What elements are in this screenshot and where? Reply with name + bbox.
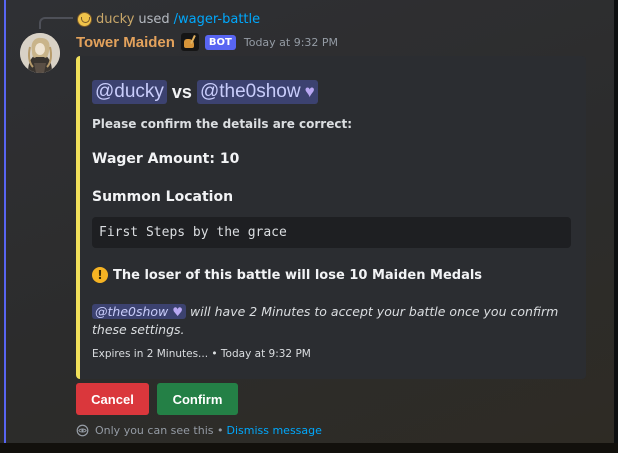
vs-label: vs <box>171 81 192 102</box>
bot-avatar[interactable] <box>20 33 60 73</box>
role-icon <box>180 33 199 51</box>
right-edge <box>614 0 618 453</box>
exclamation-icon: ! <box>92 267 108 283</box>
embed-title: @ducky vs @the0show ♥ <box>92 80 318 104</box>
warning-row: ! The loser of this battle will lose 10 … <box>92 267 482 283</box>
embed-footer: Expires in 2 Minutes... • Today at 9:32 … <box>92 348 311 360</box>
message-header: Tower Maiden BOT Today at 9:32 PM <box>76 31 338 53</box>
bottom-edge <box>0 443 618 453</box>
author-name[interactable]: Tower Maiden <box>76 34 175 51</box>
accept-notice: @the0show ♥ will have 2 Minutes to accep… <box>92 303 580 339</box>
eye-icon <box>76 424 89 437</box>
highlight-bar <box>4 0 6 453</box>
summon-location-label: Summon Location <box>92 189 234 205</box>
summon-location-value: First Steps by the grace <box>92 217 571 248</box>
mention-the0show-inline[interactable]: @the0show ♥ <box>92 304 187 319</box>
ephemeral-text: Only you can see this • <box>95 424 224 437</box>
confirm-button[interactable]: Confirm <box>157 383 238 415</box>
bot-badge: BOT <box>204 34 236 50</box>
mention-ducky-label: @ducky <box>95 81 164 102</box>
mention-the0show-inline-label: @the0show <box>95 304 169 319</box>
dismiss-message-link[interactable]: Dismiss message <box>226 424 321 437</box>
mention-the0show-label: @the0show <box>199 81 301 102</box>
cancel-button[interactable]: Cancel <box>76 383 149 415</box>
command-name[interactable]: /wager-battle <box>174 12 260 27</box>
command-used-label: used <box>138 11 170 27</box>
reply-connector <box>39 17 73 29</box>
embed-card: @ducky vs @the0show ♥ Please confirm the … <box>76 56 586 379</box>
warning-text: The loser of this battle will lose 10 Ma… <box>113 267 483 283</box>
purple-heart-icon: ♥ <box>172 305 184 319</box>
mention-the0show[interactable]: @the0show ♥ <box>196 80 318 104</box>
chat-message-area: ducky used /wager-battle Tower Maiden BO… <box>0 0 618 453</box>
ephemeral-notice: Only you can see this • Dismiss message <box>76 424 322 437</box>
message-timestamp[interactable]: Today at 9:32 PM <box>244 36 338 49</box>
command-user[interactable]: ducky <box>96 12 134 27</box>
embed-description: Please confirm the details are correct: <box>92 117 353 131</box>
mention-ducky[interactable]: @ducky <box>92 80 167 104</box>
wager-amount: Wager Amount: 10 <box>92 151 240 167</box>
command-reference[interactable]: ducky used /wager-battle <box>77 10 260 28</box>
user-avatar-icon[interactable] <box>77 11 92 27</box>
bot-avatar-image <box>20 33 60 73</box>
purple-heart-icon: ♥ <box>304 82 315 101</box>
